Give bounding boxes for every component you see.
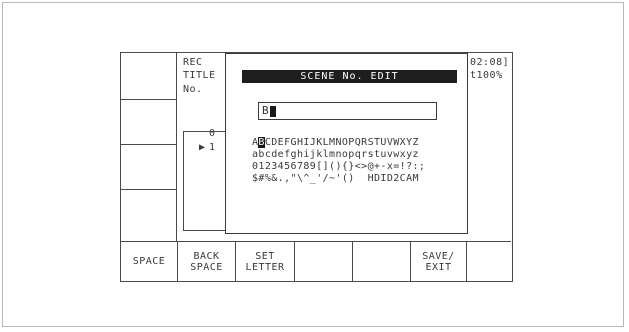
dialog-title: SCENE No. EDIT	[242, 70, 457, 83]
side-button-1[interactable]	[121, 53, 177, 100]
side-button-3[interactable]	[121, 145, 177, 190]
function-key-bar: SPACE BACK SPACE SET LETTER SAVE/ EXIT	[121, 241, 511, 281]
list-row-index: 1	[209, 142, 216, 153]
side-button-2[interactable]	[121, 100, 177, 145]
text-cursor	[269, 105, 276, 117]
number-label: No.	[183, 84, 203, 95]
side-button-4[interactable]	[121, 190, 177, 241]
back-space-key[interactable]: BACK SPACE	[178, 242, 236, 281]
function-key-5[interactable]	[353, 242, 411, 281]
title-label: TITLE	[183, 70, 216, 81]
timecode-readout: 02:08]	[470, 57, 510, 68]
set-letter-key[interactable]: SET LETTER	[236, 242, 295, 281]
scene-name-value: B	[262, 104, 269, 117]
camera-menu-screen: REC TITLE No. 02:08] t100% 0 ▶ 1 SPACE B…	[120, 52, 513, 282]
page-frame: REC TITLE No. 02:08] t100% 0 ▶ 1 SPACE B…	[2, 2, 624, 327]
space-key[interactable]: SPACE	[121, 242, 178, 281]
character-palette[interactable]: ABCDEFGHIJKLMNOPQRSTUVWXYZ abcdefghijklm…	[252, 137, 425, 185]
function-key-4[interactable]	[295, 242, 353, 281]
scene-edit-dialog: SCENE No. EDIT B ABCDEFGHIJKLMNOPQRSTUVW…	[225, 53, 468, 234]
function-key-7[interactable]	[467, 242, 511, 281]
rec-label: REC	[183, 57, 203, 68]
list-row-marker: ▶	[199, 142, 206, 153]
charset-row-upper[interactable]: ABCDEFGHIJKLMNOPQRSTUVWXYZ	[252, 137, 425, 149]
charset-row-digits[interactable]: 0123456789[](){}<>@+-x=!?:;	[252, 161, 425, 173]
charset-row-lower[interactable]: abcdefghijklmnopqrstuvwxyz	[252, 149, 425, 161]
scene-name-input[interactable]: B	[258, 102, 437, 120]
charset-row-symbols[interactable]: $#%&.,"\^_'/~'() HDID2CAM	[252, 173, 425, 185]
save-exit-key[interactable]: SAVE/ EXIT	[411, 242, 467, 281]
list-row-index: 0	[209, 128, 216, 139]
speed-readout: t100%	[470, 70, 503, 81]
